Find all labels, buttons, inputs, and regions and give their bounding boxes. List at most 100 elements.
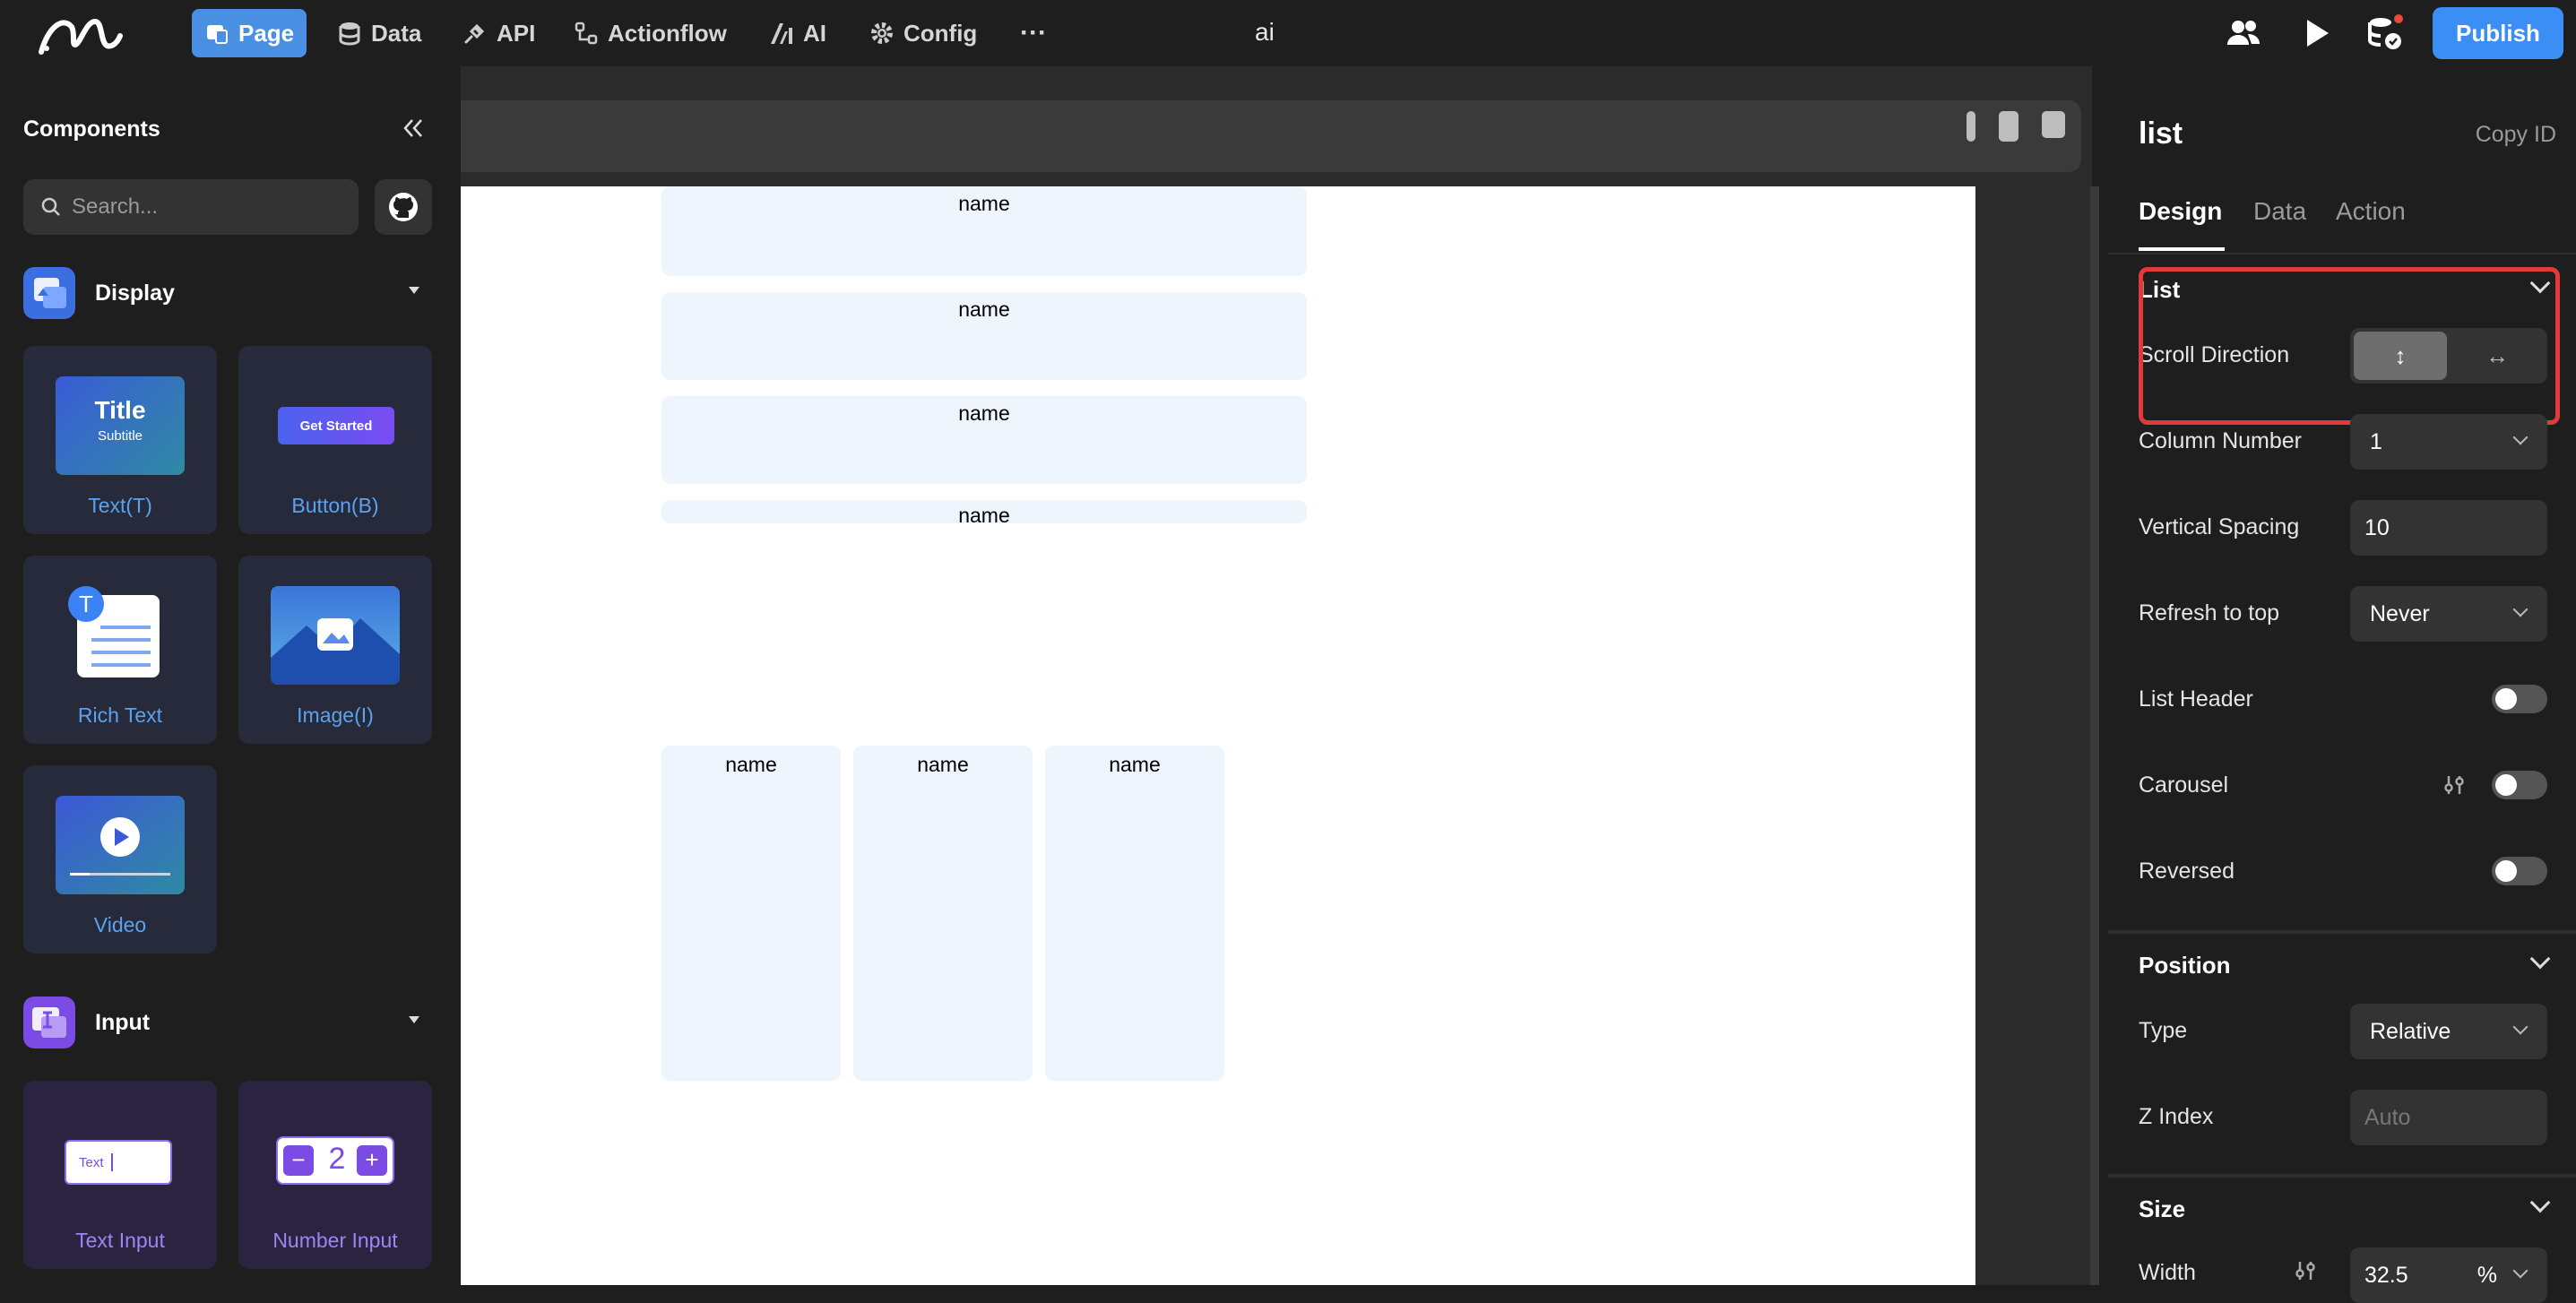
highlight-box [2139, 267, 2560, 425]
nav-api-label: API [497, 19, 536, 47]
logo-icon[interactable] [36, 9, 125, 57]
tablet-device-icon[interactable] [1999, 111, 2018, 142]
plus-icon: + [357, 1145, 387, 1176]
vertical-spacing-value: 10 [2364, 514, 2390, 540]
nav-api[interactable]: API [450, 9, 548, 57]
nav-page-label: Page [238, 19, 295, 47]
component-label: Rich Text [77, 703, 163, 727]
github-button[interactable] [375, 179, 432, 235]
component-button[interactable]: Get Started Button(B) [238, 346, 432, 534]
desktop-device-icon[interactable] [1967, 111, 1975, 142]
carousel-toggle[interactable] [2492, 771, 2547, 799]
position-type-label: Type [2139, 1018, 2188, 1043]
component-label: Image(I) [297, 703, 374, 727]
position-group-title[interactable]: Position [2139, 952, 2231, 979]
carousel-settings-icon[interactable] [2442, 772, 2467, 798]
publish-button[interactable]: Publish [2433, 7, 2563, 59]
tab-design[interactable]: Design [2139, 197, 2222, 226]
nav-config[interactable]: Config [857, 9, 990, 57]
button-thumbnail: Get Started [271, 376, 400, 475]
list-item[interactable]: name [853, 746, 1033, 1081]
list-header-toggle[interactable] [2492, 685, 2547, 713]
column-number-select[interactable]: 1 [2350, 414, 2547, 470]
chevron-down-icon[interactable] [2529, 948, 2551, 970]
reversed-toggle[interactable] [2492, 857, 2547, 885]
size-group-title[interactable]: Size [2139, 1195, 2185, 1223]
more-menu-button[interactable]: ··· [1007, 9, 1059, 57]
github-icon [389, 193, 418, 221]
component-text-input[interactable]: Text Text Input [23, 1081, 217, 1269]
selected-component-title: list [2139, 116, 2183, 151]
list-header-label: List Header [2139, 686, 2253, 712]
z-index-label: Z Index [2139, 1104, 2214, 1129]
component-video[interactable]: Video [23, 765, 217, 954]
active-tab-indicator [2139, 247, 2225, 251]
panel-title: Components [23, 116, 160, 142]
width-value: 32.5 [2364, 1262, 2408, 1288]
section-input[interactable]: Input [23, 997, 432, 1048]
nav-data-label: Data [371, 19, 422, 47]
flow-icon [575, 22, 598, 45]
list-item[interactable]: name [661, 292, 1307, 380]
component-image[interactable]: Image(I) [238, 556, 432, 744]
list-item[interactable]: name [661, 186, 1307, 276]
list-item[interactable]: name [661, 396, 1307, 484]
z-index-input[interactable]: Auto [2350, 1090, 2547, 1145]
ai-icon [771, 23, 792, 44]
position-type-value: Relative [2370, 1018, 2451, 1044]
canvas-area: name name name name name name name [461, 66, 2099, 1285]
copy-id-button[interactable]: Copy ID [2476, 122, 2556, 148]
display-section-icon [23, 267, 75, 319]
component-rich-text[interactable]: T Rich Text [23, 556, 217, 744]
list-item[interactable]: name [661, 500, 1307, 523]
divider [2108, 1174, 2576, 1178]
canvas-scrollbar[interactable] [2090, 186, 2099, 1285]
component-label: Button(B) [291, 494, 379, 517]
tab-data[interactable]: Data [2253, 197, 2306, 226]
collapse-panel-icon[interactable] [400, 115, 427, 142]
section-display[interactable]: Display [23, 267, 432, 319]
width-input[interactable]: 32.5 % [2350, 1247, 2547, 1303]
nav-data[interactable]: Data [324, 9, 434, 57]
list-item-name: name [917, 753, 969, 776]
divider [2108, 930, 2576, 934]
vertical-spacing-label: Vertical Spacing [2139, 514, 2300, 539]
device-switcher[interactable] [1967, 111, 2065, 142]
column-number-value: 1 [2370, 428, 2382, 454]
nav-config-label: Config [903, 19, 978, 47]
width-label: Width [2139, 1260, 2196, 1285]
thumb-text-input: Text [79, 1154, 104, 1170]
rich-text-badge: T [68, 586, 104, 622]
list-item-name: name [958, 401, 1010, 425]
thumb-title: Title [94, 396, 146, 424]
list-item-name: name [1109, 753, 1161, 776]
refresh-to-top-select[interactable]: Never [2350, 586, 2547, 642]
component-search[interactable] [23, 179, 359, 235]
component-number-input[interactable]: − 2 + Number Input [238, 1081, 432, 1269]
nav-actionflow[interactable]: Actionflow [561, 9, 739, 57]
position-type-select[interactable]: Relative [2350, 1004, 2547, 1059]
number-input-thumbnail: − 2 + [271, 1111, 400, 1210]
width-settings-icon[interactable] [2293, 1258, 2318, 1283]
search-input[interactable] [72, 194, 341, 220]
more-icon: ··· [1020, 18, 1047, 47]
nav-ai[interactable]: AI [756, 9, 839, 57]
project-name: ai [1255, 18, 1275, 46]
components-panel: Components Display Title Subtitle Text(T… [0, 99, 448, 1285]
canvas-toolbar [461, 100, 2081, 172]
component-text[interactable]: Title Subtitle Text(T) [23, 346, 217, 534]
chevron-down-icon[interactable] [2529, 1192, 2551, 1213]
nav-page[interactable]: Page [192, 9, 307, 57]
divider [2108, 253, 2576, 255]
tab-action[interactable]: Action [2336, 197, 2406, 226]
collaborators-icon[interactable] [2225, 14, 2262, 52]
preview-play-icon[interactable] [2298, 14, 2336, 52]
width-unit[interactable]: % [2477, 1263, 2497, 1289]
page-canvas[interactable]: name name name name name name name [461, 186, 1975, 1285]
database-status-icon[interactable] [2366, 14, 2404, 52]
list-item[interactable]: name [1045, 746, 1224, 1081]
vertical-spacing-input[interactable]: 10 [2350, 500, 2547, 556]
search-icon [41, 197, 60, 216]
list-item[interactable]: name [661, 746, 841, 1081]
mobile-device-icon[interactable] [2042, 111, 2065, 138]
